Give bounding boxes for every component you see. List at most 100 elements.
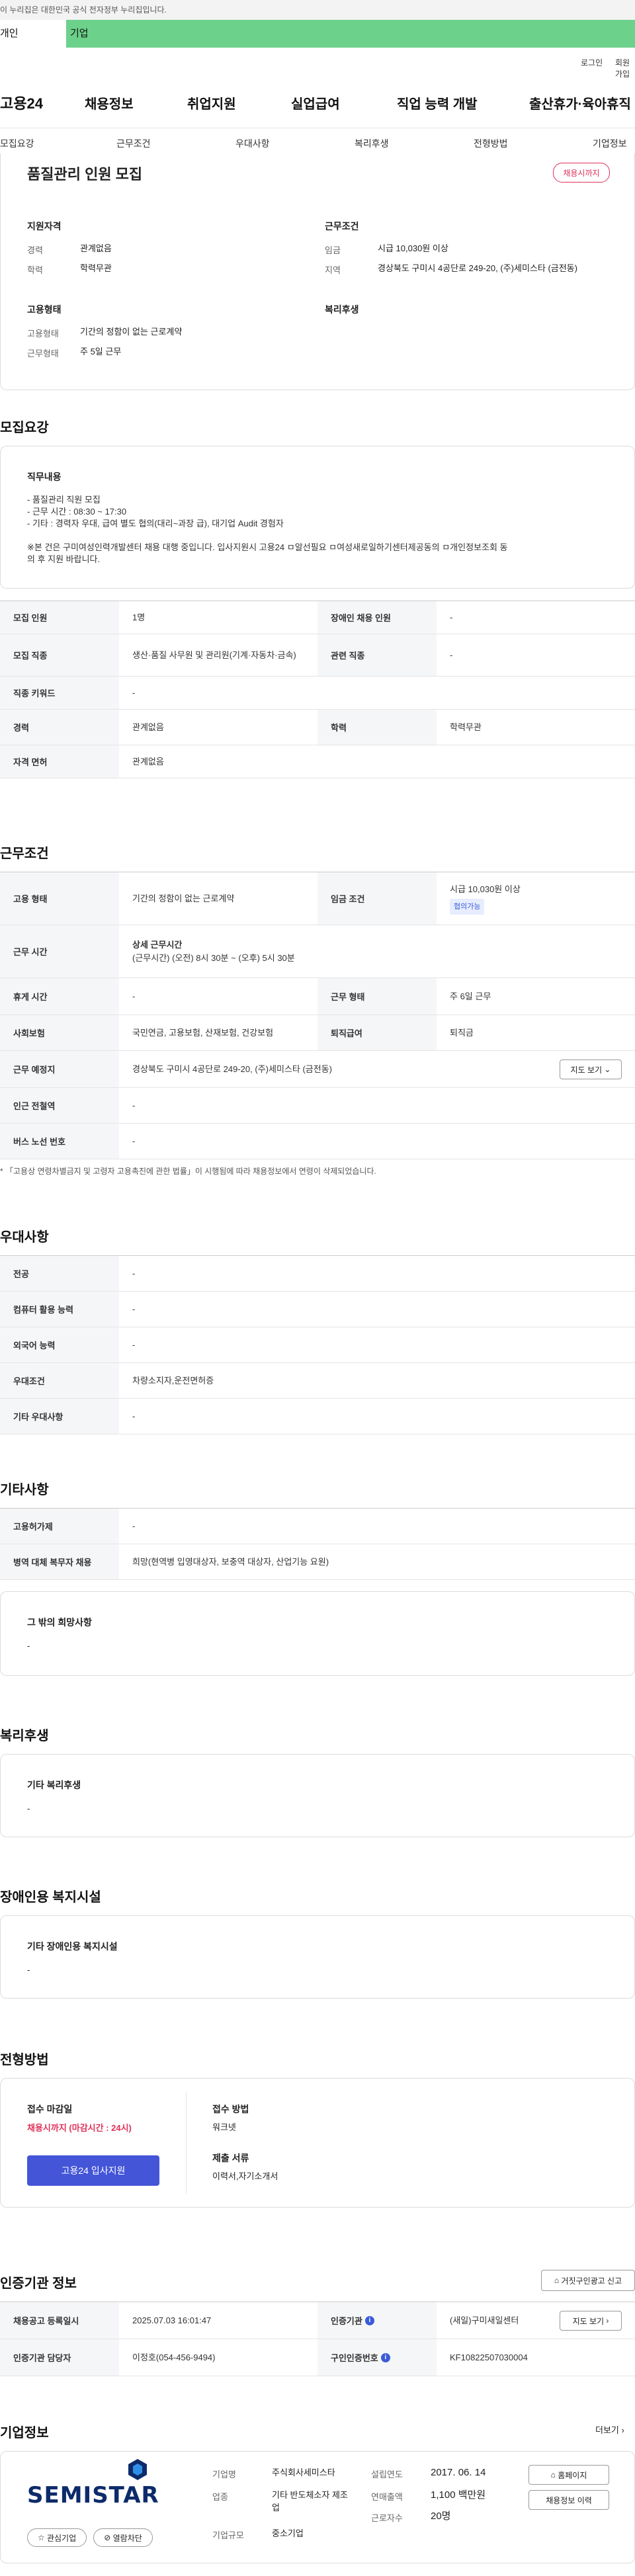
wage-label: 임금 [325,245,341,255]
org-label: 인증기관 [331,2316,362,2326]
row-value: - [132,1520,136,1531]
row-header: 근무 시간 [0,925,119,977]
company-size-label: 기업규모 [212,2530,244,2540]
company-more-link[interactable]: 더보기 › [595,2423,624,2436]
method-heading: 접수 방법 [212,2104,249,2114]
home-icon: ⌂ [554,2276,560,2285]
site-logo[interactable]: 고용24 [0,92,43,113]
row-value: 퇴직금 [450,1027,474,1038]
more-label: 더보기 [595,2425,619,2435]
report-fake-ad-button[interactable]: ⌂ 거짓구인광고 신고 [541,2270,635,2291]
row-value: 국민연금, 고용보험, 산재보험, 건강보험 [132,1027,274,1038]
company-card: SEMISTAR ☆ 관심기업 ⊘ 열람차단 기업명 주식회사세미스타 업종 기… [0,2451,635,2563]
row-value: 경상북도 구미시 4공단로 249-20, (주)세미스타 (금전동) [132,1063,332,1074]
org-map-label: 지도 보기 [572,2316,605,2326]
row-value: - [132,1339,136,1350]
favorite-label: 관심기업 [46,2533,77,2543]
welfare-card: 기타 복리후생 - [0,1754,635,1837]
duty-line: ※본 건은 구미여성인력개발센터 채용 대행 중입니다. 입사지원시 고용24 … [27,542,508,552]
row-header: 퇴직급여 [318,1015,437,1050]
duty-line: - 기타 : 경력자 우대, 급여 별도 협의(대리~과장 급), 대기업 Au… [27,519,284,528]
disabled-section-title: 장애인용 복지시설 [0,1890,101,1905]
row-value: 학력무관 [450,722,482,732]
row-header: 버스 노선 번호 [0,1124,119,1159]
docs-value: 이력서,자기소개서 [212,2171,278,2181]
row-value: 희망(현역병 입영대상자, 보충역 대상자, 산업기능 요원) [132,1556,329,1567]
nav-employment-support[interactable]: 취업지원 [187,93,236,112]
job-history-button[interactable]: 채용정보 이력 [529,2490,609,2510]
education-value: 학력무관 [80,263,112,273]
info-icon[interactable]: i [380,2352,390,2362]
row-value: 생산·품질 사무원 및 관리원(기계·자동차·금속) [132,649,296,660]
nav-unemployment-benefit[interactable]: 실업급여 [291,93,340,112]
info-icon[interactable]: i [364,2315,374,2325]
table-row: 인증기관 담당자 이정호(054-456-9494) 구인인증번호 i KF108… [0,2339,635,2376]
deadline-value: 채용시까지 (마감시간 : 24시) [27,2123,132,2133]
row-header: 외국어 능력 [0,1327,119,1362]
employment-type-value: 기간의 정함이 없는 근로계약 [80,327,183,337]
tab-welfare[interactable]: 복리후생 [355,137,389,150]
row-value: - [132,687,136,698]
tab-selection[interactable]: 전형방법 [474,137,508,150]
row-header: 임금 조건 [318,872,437,925]
favorite-company-button[interactable]: ☆ 관심기업 [27,2528,87,2547]
cert-table: 채용공고 등록일시 2025.07.03 16:01:47 인증기관 i (새일)… [0,2302,635,2376]
divider [186,2092,187,2194]
table-row: 휴게 시간 - 근무 형태 주 6일 근무 [0,978,635,1015]
report-label: 거짓구인광고 신고 [561,2276,622,2286]
tab-work-conditions[interactable]: 근무조건 [116,137,151,150]
disabled-card-heading: 기타 장애인용 복지시설 [27,1941,118,1952]
duty-spacer [27,530,609,542]
job-summary-card: 품질관리 인원 모집 채용시까지 지원자격 경력 관계없음 학력 학력무관 근무… [0,153,635,390]
welfare-card-value: - [27,1804,30,1813]
row-header: 인증기관 i [318,2302,437,2339]
other-wishes-value: - [27,1641,30,1651]
row-value: 2025.07.03 16:01:47 [132,2315,212,2325]
tab-business[interactable]: 기업 [69,20,135,48]
work-table: 고용 형태 기간의 정함이 없는 근로계약 임금 조건 시급 10,030원 이… [0,872,635,1159]
row-value: 주 6일 근무 [450,991,491,1001]
table-row: 고용허가제 - [0,1509,635,1544]
row-header: 자격 면허 [0,745,119,778]
homepage-button[interactable]: ⌂ 홈페이지 [529,2465,609,2485]
docs-heading: 제출 서류 [212,2153,249,2163]
signup-link[interactable]: 회원가입 [615,57,635,79]
disabled-card-value: - [27,1965,30,1975]
row-value: KF10822507030004 [450,2352,528,2362]
selection-section-title: 전형방법 [0,2053,49,2067]
row-header: 우대조건 [0,1363,119,1398]
nav-parental-leave[interactable]: 출산휴가·육아휴직 [529,93,631,112]
table-row: 기타 우대사항 - [0,1399,635,1434]
row-value: 관계없음 [132,756,164,767]
wage-value: 시급 10,030원 이상 [450,884,521,894]
tab-company[interactable]: 기업정보 [593,137,627,150]
nav-skills-development[interactable]: 직업 능력 개발 [397,93,478,112]
login-link[interactable]: 로그인 [581,57,603,68]
duty-description: - 품질관리 직원 모집 - 근무 시간 : 08:30 ~ 17:30 - 기… [27,494,609,565]
tab-recruit[interactable]: 모집요강 [0,137,34,150]
block-view-button[interactable]: ⊘ 열람차단 [93,2528,153,2547]
tab-preferences[interactable]: 우대사항 [235,137,270,150]
org-map-button[interactable]: 지도 보기 › [560,2311,622,2331]
welfare-section-title: 복리후생 [0,1729,49,1743]
row-header: 근무 예정지 [0,1051,119,1087]
apply-button[interactable]: 고용24 입사지원 [27,2155,159,2186]
chevron-right-icon: › [621,2425,624,2435]
table-row: 경력 관계없음 학력 학력무관 [0,710,635,745]
company-logo-mark [126,2458,149,2481]
table-row: 직종 키워드 - [0,677,635,710]
welfare-heading: 복리후생 [325,304,359,315]
tab-personal[interactable]: 개인 [0,20,66,48]
employees-value: 20명 [431,2511,451,2522]
map-view-button[interactable]: 지도 보기 ⌄ [560,1059,622,1079]
nav-jobs[interactable]: 채용정보 [85,93,134,112]
table-row: 고용 형태 기간의 정함이 없는 근로계약 임금 조건 시급 10,030원 이… [0,872,635,925]
conditions-heading: 근무조건 [325,221,359,231]
row-value: - [132,1304,136,1314]
block-label: 열람차단 [112,2533,142,2543]
career-label: 경력 [27,245,43,255]
homepage-label: 홈페이지 [558,2470,587,2480]
row-header: 모집 직종 [0,634,119,676]
negotiable-badge: 협의가능 [450,898,485,915]
etc-table: 고용허가제 - 병역 대체 복무자 채용 희망(현역병 입영대상자, 보충역 대상자… [0,1508,635,1580]
